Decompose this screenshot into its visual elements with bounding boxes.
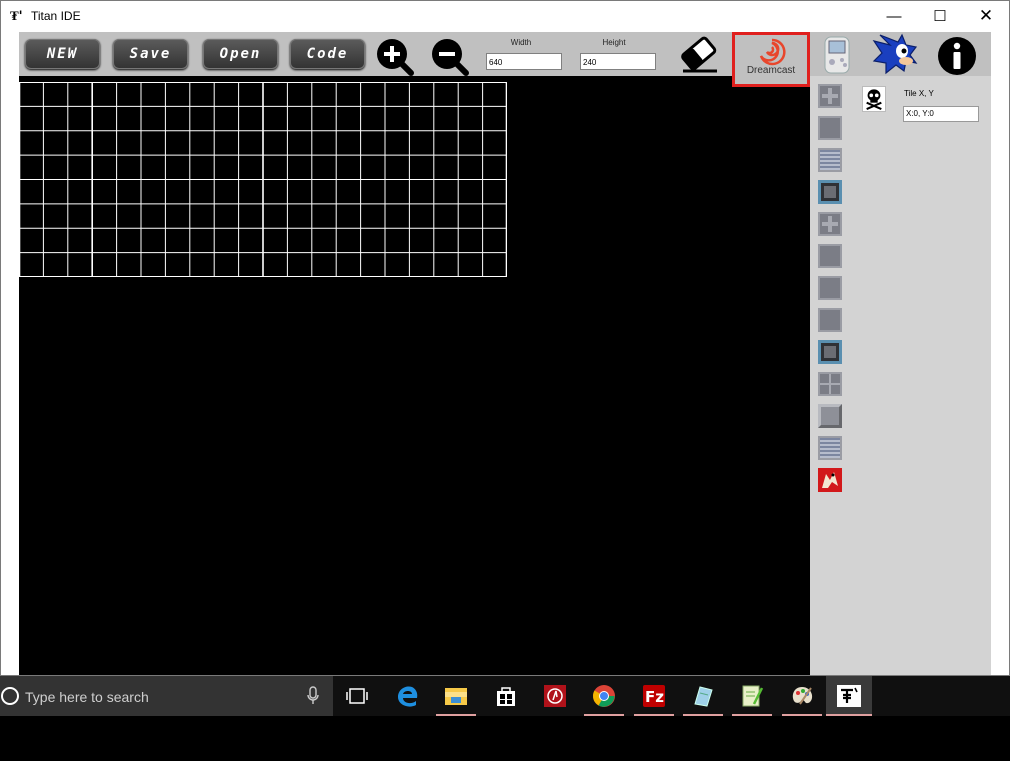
notepad-plus-icon xyxy=(742,685,764,707)
window-title: Titan IDE xyxy=(31,9,81,23)
taskbar-titan-ide[interactable] xyxy=(826,676,872,716)
taskbar-paint[interactable] xyxy=(780,676,824,716)
dreamcast-label: Dreamcast xyxy=(746,65,796,76)
chrome-icon xyxy=(593,685,615,707)
toolbar: NEW Save Open Code Width 640 Height 240 xyxy=(19,32,991,87)
cortana-icon xyxy=(1,687,19,705)
dreamcast-swirl-icon xyxy=(759,38,786,66)
edge-icon xyxy=(398,686,418,707)
taskbar-notepad-plus[interactable] xyxy=(730,676,774,716)
taskbar-edge[interactable] xyxy=(386,676,430,716)
tile-frame-swatch[interactable] xyxy=(818,340,842,364)
title-bar: ₮' Titan IDE — ☐ ✕ xyxy=(1,1,1009,31)
tile-red-sprite-swatch[interactable] xyxy=(818,468,842,492)
tile-gray-swatch[interactable] xyxy=(818,308,842,332)
tile-bevel-swatch[interactable] xyxy=(818,404,842,428)
store-icon xyxy=(497,687,515,706)
tile-gray-swatch[interactable] xyxy=(818,244,842,268)
tile-cross-swatch[interactable] xyxy=(818,84,842,108)
tile-lines-swatch[interactable] xyxy=(818,148,842,172)
below-taskbar-area xyxy=(0,716,1010,761)
tile-palette-panel: Tile X, Y X:0, Y:0 xyxy=(810,76,991,675)
taskbar-store[interactable] xyxy=(484,676,528,716)
skull-crossbones-icon[interactable] xyxy=(862,86,886,112)
tile-gray-swatch[interactable] xyxy=(818,276,842,300)
code-button[interactable]: Code xyxy=(290,39,365,69)
zoom-in-icon[interactable] xyxy=(375,37,415,77)
red-app-icon xyxy=(544,685,566,707)
app-window: ₮' Titan IDE — ☐ ✕ NEW Save Open Code Wi… xyxy=(0,0,1010,676)
save-button[interactable]: Save xyxy=(113,39,188,69)
height-input[interactable]: 240 xyxy=(580,53,656,70)
task-view-button[interactable] xyxy=(335,676,379,716)
minimize-icon: — xyxy=(886,7,902,25)
notepad-icon xyxy=(694,686,713,707)
tile-coord-label: Tile X, Y xyxy=(904,89,934,98)
open-button[interactable]: Open xyxy=(203,39,278,69)
tile-lines-swatch[interactable] xyxy=(818,436,842,460)
taskbar-filezilla[interactable]: Fz xyxy=(632,676,676,716)
filezilla-icon: Fz xyxy=(643,685,665,707)
taskbar-search-box[interactable]: Type here to search xyxy=(0,676,333,716)
zoom-out-icon[interactable] xyxy=(430,37,470,77)
vmu-icon[interactable] xyxy=(823,36,851,74)
client-area: NEW Save Open Code Width 640 Height 240 xyxy=(19,32,991,675)
red-sprite-icon xyxy=(822,472,838,488)
dreamcast-platform-button[interactable]: Dreamcast xyxy=(732,32,810,87)
tile-frame-swatch[interactable] xyxy=(818,180,842,204)
close-button[interactable]: ✕ xyxy=(963,1,1009,31)
titan-ide-icon xyxy=(837,685,861,707)
taskbar-red-app[interactable] xyxy=(533,676,577,716)
taskbar: Type here to search Fz xyxy=(0,676,1010,716)
titan-app-icon: ₮' xyxy=(10,9,23,24)
tile-cross-swatch[interactable] xyxy=(818,212,842,236)
new-button[interactable]: NEW xyxy=(25,39,100,69)
tile-map-grid[interactable] xyxy=(19,82,507,277)
folder-icon xyxy=(445,688,467,705)
paint-palette-icon xyxy=(792,687,813,705)
taskbar-file-explorer[interactable] xyxy=(434,676,478,716)
microphone-icon[interactable] xyxy=(306,686,320,706)
maximize-icon: ☐ xyxy=(933,8,947,25)
taskbar-chrome[interactable] xyxy=(582,676,626,716)
width-input[interactable]: 640 xyxy=(486,53,562,70)
sonic-icon[interactable] xyxy=(870,33,920,75)
tile-coord-field[interactable]: X:0, Y:0 xyxy=(903,106,979,122)
minimize-button[interactable]: — xyxy=(871,1,917,31)
info-icon[interactable] xyxy=(937,36,977,76)
width-label: Width xyxy=(510,38,532,47)
task-view-icon xyxy=(346,688,368,704)
tile-grid-swatch[interactable] xyxy=(818,372,842,396)
eraser-icon[interactable] xyxy=(679,36,721,74)
close-icon: ✕ xyxy=(978,6,994,25)
search-placeholder: Type here to search xyxy=(25,689,149,705)
maximize-button[interactable]: ☐ xyxy=(917,1,963,31)
height-label: Height xyxy=(602,38,626,47)
svg-text:Fz: Fz xyxy=(645,688,664,706)
taskbar-notepad-app[interactable] xyxy=(681,676,725,716)
tile-gray-swatch[interactable] xyxy=(818,116,842,140)
